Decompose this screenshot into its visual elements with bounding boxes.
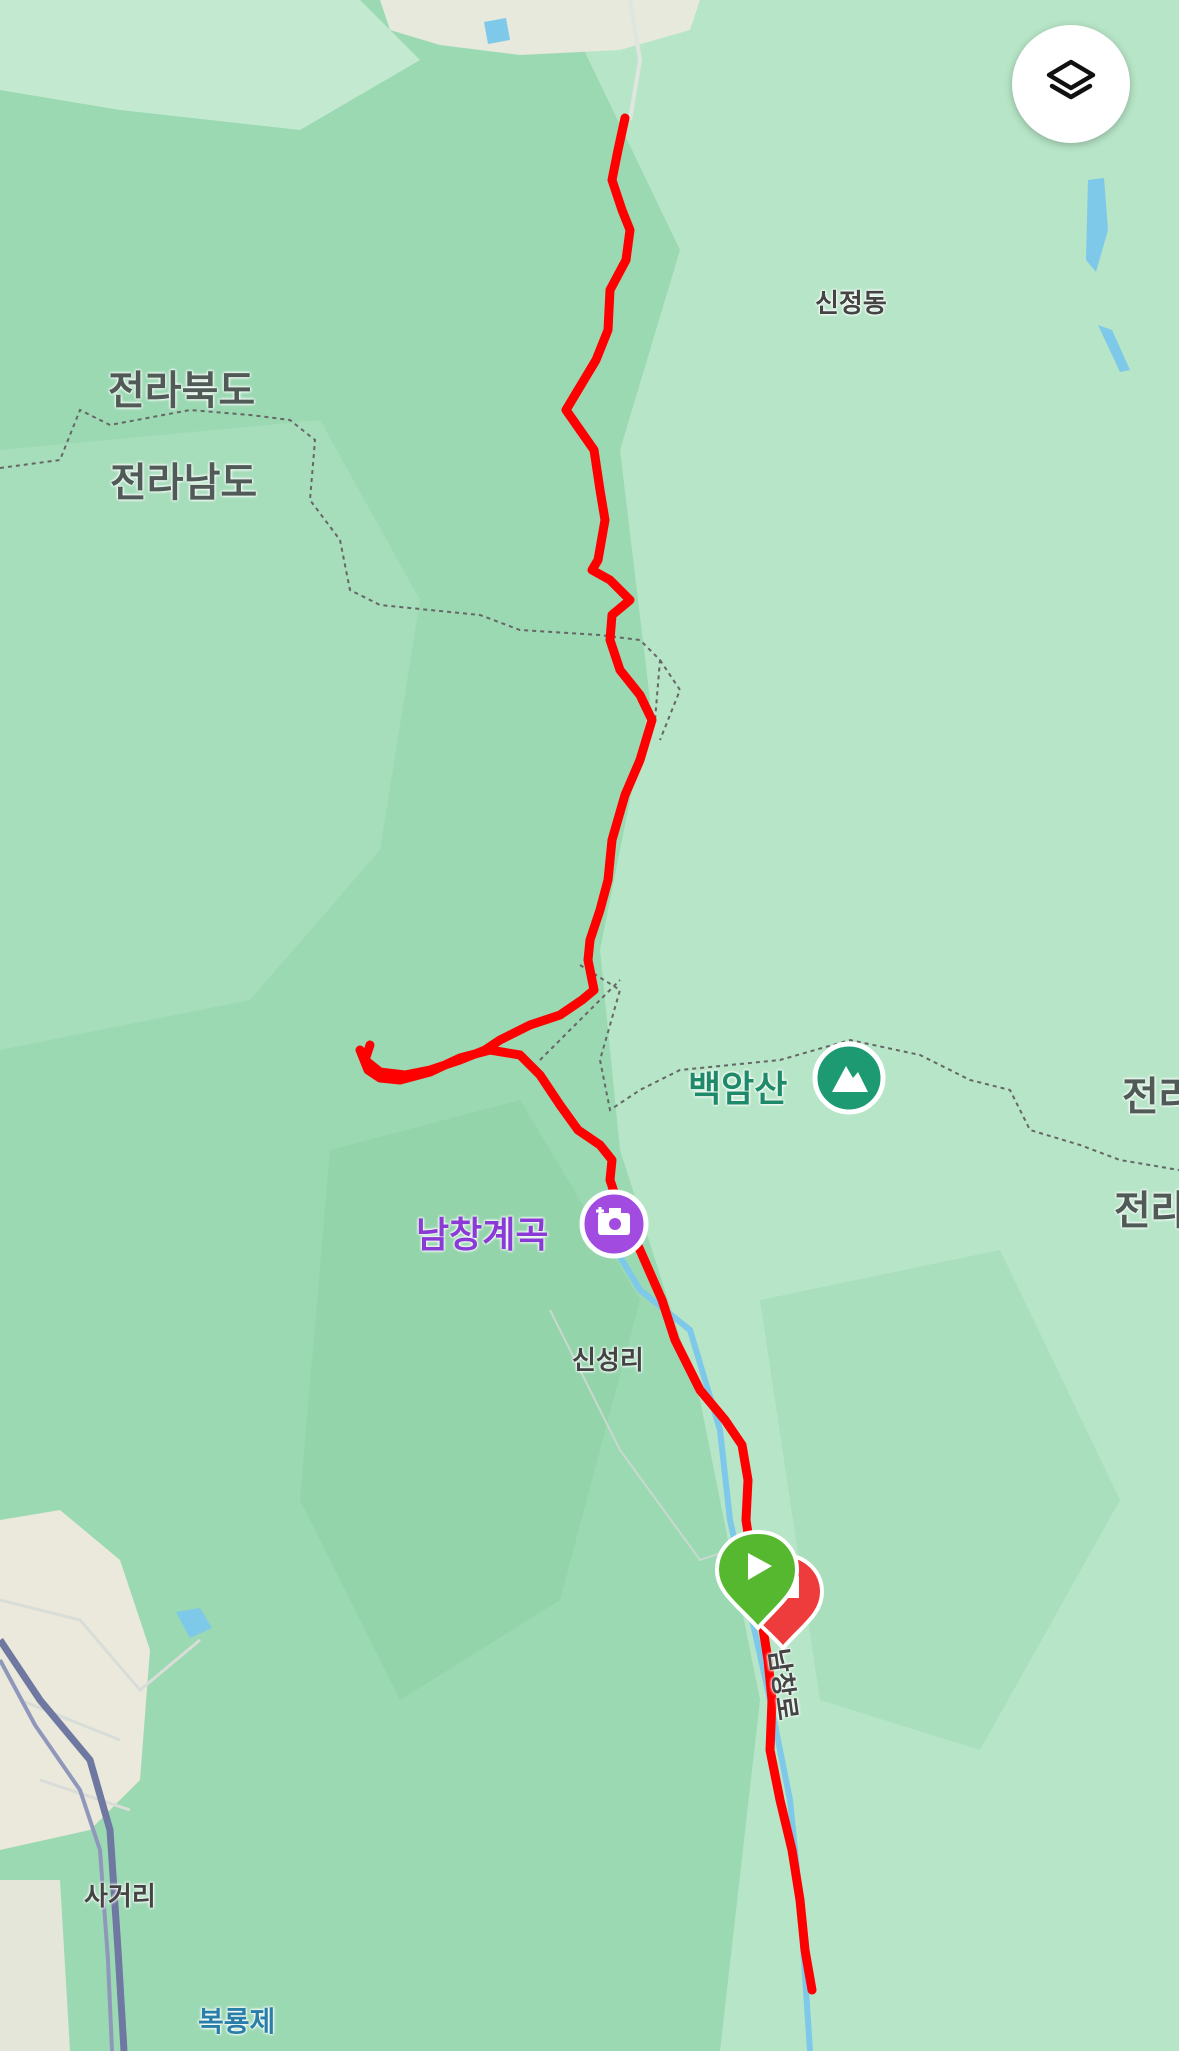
poi-mountain-marker[interactable] <box>812 1041 886 1115</box>
region-label: 전라 <box>1114 1188 1179 1234</box>
region-label: 전라북도 <box>108 368 256 414</box>
water-label: 복룡제 <box>198 2005 276 2038</box>
route-track <box>360 1040 375 1065</box>
poi-valley-label[interactable]: 남창계곡 <box>416 1206 548 1258</box>
reservoir <box>484 18 510 44</box>
village-label: 사거리 <box>84 1882 156 1912</box>
urban-area <box>0 1880 70 2051</box>
layers-button[interactable] <box>1012 25 1130 143</box>
region-label: 전라 <box>1122 1074 1179 1120</box>
village-label: 신성리 <box>572 1346 644 1376</box>
poi-mountain-label[interactable]: 백암산 <box>688 1060 787 1112</box>
poi-valley-marker[interactable] <box>579 1189 649 1259</box>
map-canvas[interactable] <box>0 0 1179 2051</box>
region-label: 전라남도 <box>110 460 258 506</box>
layers-icon <box>1046 59 1096 100</box>
village-label: 신정동 <box>815 289 887 319</box>
